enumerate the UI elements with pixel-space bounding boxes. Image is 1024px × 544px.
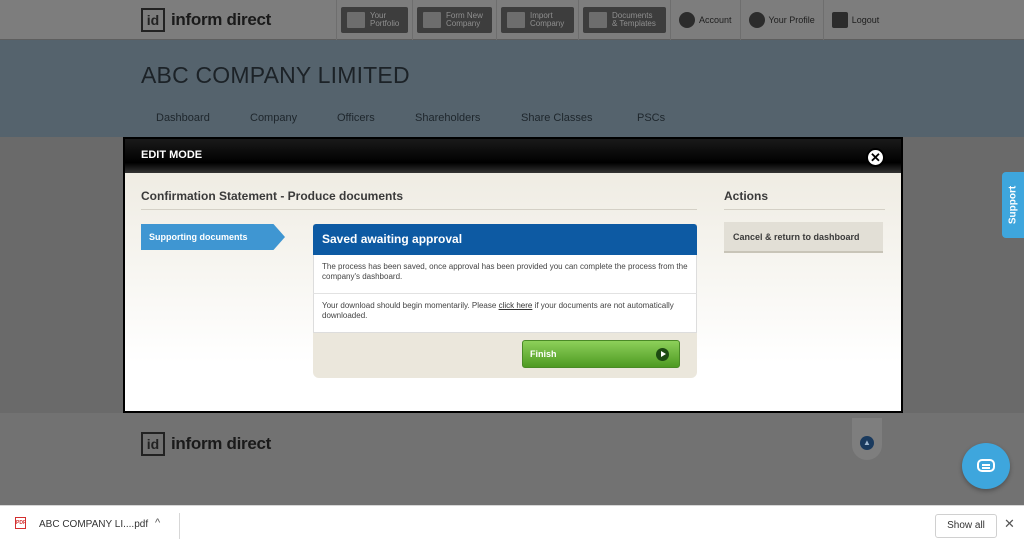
- import-icon: [507, 12, 525, 28]
- main-nav: Dashboard Company Officers Shareholders …: [141, 112, 682, 124]
- finish-label: Finish: [530, 349, 557, 359]
- pdf-badge: PDF: [15, 517, 26, 529]
- footer-logo-mark: id: [141, 432, 165, 456]
- tab-dashboard[interactable]: Dashboard: [141, 112, 235, 124]
- modal-title: EDIT MODE: [141, 149, 203, 161]
- cancel-return-button[interactable]: Cancel & return to dashboard: [724, 222, 883, 253]
- your-profile-link[interactable]: Your Profile: [745, 12, 819, 28]
- edit-mode-modal: EDIT MODE ✕ Confirmation Statement - Pro…: [123, 137, 903, 413]
- top-bar: id inform direct Your Portfolio Form New…: [0, 0, 1024, 40]
- download-file-name[interactable]: ABC COMPANY LI....pdf: [39, 519, 148, 530]
- panel-title: Saved awaiting approval: [313, 224, 697, 255]
- documents-icon: [589, 12, 607, 28]
- arrow-right-icon: [656, 348, 669, 361]
- tab-shareholders[interactable]: Shareholders: [400, 112, 506, 124]
- modal-header: EDIT MODE ✕: [125, 139, 901, 173]
- your-profile-label: Your Profile: [768, 15, 815, 25]
- account-link[interactable]: Account: [675, 12, 736, 28]
- chat-button[interactable]: [962, 443, 1010, 489]
- show-all-button[interactable]: Show all: [935, 514, 997, 538]
- saved-message: The process has been saved, once approva…: [313, 255, 697, 294]
- logo-mark: id: [141, 8, 165, 32]
- finish-button[interactable]: Finish: [522, 340, 680, 368]
- footer-logo: id inform direct: [141, 432, 271, 456]
- section-title: Confirmation Statement - Produce documen…: [141, 189, 697, 210]
- folder-plus-icon: [423, 12, 441, 28]
- pdf-icon: PDF: [15, 517, 26, 529]
- company-title: ABC COMPANY LIMITED: [141, 62, 410, 88]
- click-here-link[interactable]: click here: [499, 301, 533, 310]
- tab-officers[interactable]: Officers: [322, 112, 400, 124]
- chevron-up-icon[interactable]: ^: [155, 517, 160, 529]
- close-icon[interactable]: ✕: [866, 148, 885, 167]
- chevron-up-icon: ▲: [860, 436, 874, 450]
- top-nav: Your Portfolio Form New Company Import C…: [336, 0, 887, 40]
- your-portfolio-label: Your Portfolio: [370, 11, 400, 28]
- logout-link[interactable]: Logout: [828, 12, 884, 28]
- user-icon: [679, 12, 695, 28]
- status-panel: Saved awaiting approval The process has …: [313, 224, 697, 378]
- your-portfolio-button[interactable]: Your Portfolio: [341, 7, 408, 33]
- footer-logo-text: inform direct: [171, 434, 272, 453]
- logout-label: Logout: [851, 15, 880, 25]
- logo[interactable]: id inform direct: [141, 6, 271, 34]
- gear-icon: [748, 12, 765, 28]
- grid-icon: [347, 12, 365, 28]
- download-bar: PDF ABC COMPANY LI....pdf ^ Show all ✕: [0, 505, 1024, 544]
- documents-templates-label: Documents & Templates: [612, 11, 656, 28]
- account-label: Account: [699, 15, 732, 25]
- support-tab[interactable]: Support: [1002, 172, 1024, 238]
- step-supporting-documents[interactable]: Supporting documents: [141, 224, 285, 250]
- support-label: Support: [1007, 185, 1019, 225]
- tab-share-classes[interactable]: Share Classes: [506, 112, 622, 124]
- form-new-company-label: Form New Company: [446, 11, 483, 28]
- close-icon[interactable]: ✕: [1004, 516, 1015, 532]
- import-company-button[interactable]: Import Company: [501, 7, 574, 33]
- chat-icon: [977, 459, 995, 472]
- tab-company[interactable]: Company: [235, 112, 322, 124]
- divider: [179, 513, 180, 539]
- import-company-label: Import Company: [530, 11, 565, 28]
- modal-body: Confirmation Statement - Produce documen…: [125, 173, 901, 411]
- download-message-text: Your download should begin momentarily. …: [322, 301, 499, 310]
- tab-pscs[interactable]: PSCs: [622, 112, 682, 124]
- documents-templates-button[interactable]: Documents & Templates: [583, 7, 666, 33]
- logo-text: inform direct: [171, 10, 272, 29]
- scroll-to-top-button[interactable]: ▲: [852, 418, 882, 460]
- logout-icon: [831, 12, 848, 28]
- actions-title: Actions: [724, 189, 885, 210]
- form-new-company-button[interactable]: Form New Company: [417, 7, 492, 33]
- download-message: Your download should begin momentarily. …: [313, 294, 697, 333]
